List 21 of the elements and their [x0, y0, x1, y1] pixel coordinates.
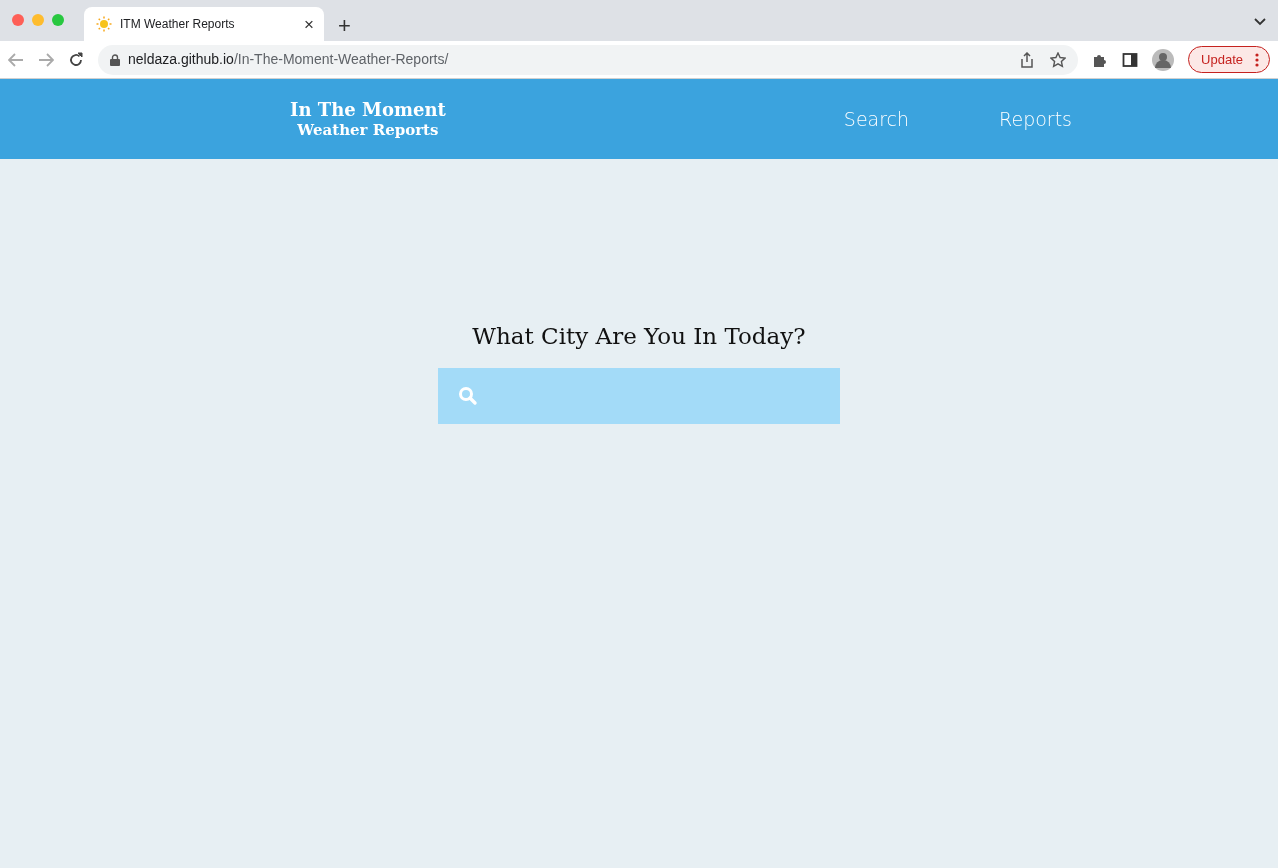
search-icon — [458, 385, 478, 406]
chevron-down-icon[interactable] — [1254, 18, 1266, 26]
side-panel-icon[interactable] — [1122, 51, 1139, 68]
lock-icon — [110, 53, 120, 66]
address-bar[interactable]: neldaza.github.io/In-The-Moment-Weather-Reports/ — [98, 44, 1079, 75]
logo-subtitle: Weather Reports — [296, 120, 440, 139]
url-text: neldaza.github.io/In-The-Moment-Weather-Reports/ — [128, 50, 449, 69]
tab-title: ITM Weather Reports — [120, 16, 235, 33]
star-icon[interactable] — [1050, 51, 1067, 68]
new-tab-button[interactable]: + — [338, 15, 351, 37]
share-icon[interactable] — [1020, 51, 1035, 68]
browser-tab[interactable]: ITM Weather Reports × — [84, 7, 324, 41]
update-button[interactable]: Update — [1188, 45, 1270, 74]
more-icon — [1255, 52, 1259, 67]
heading: What City Are You In Today? — [471, 322, 807, 351]
sun-icon — [96, 16, 112, 32]
avatar-icon[interactable] — [1152, 48, 1175, 71]
search-field[interactable] — [438, 367, 840, 424]
reload-icon[interactable] — [68, 51, 84, 68]
close-button[interactable]: × — [304, 15, 314, 33]
logo-title: In The Moment — [290, 99, 446, 121]
